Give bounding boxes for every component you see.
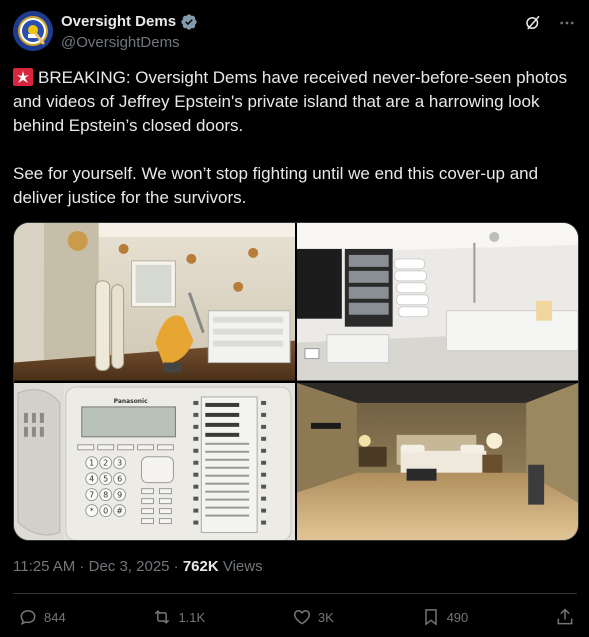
bedroom-photo[interactable] (297, 382, 578, 540)
bookmark-count: 490 (446, 609, 469, 625)
oversight-seal-icon (13, 11, 53, 51)
phone-key-0: 0 (103, 506, 108, 515)
header-actions (523, 13, 577, 33)
phone-key-3: 3 (117, 458, 122, 467)
phone-key-1: 1 (89, 458, 94, 467)
phone-key-hash: # (116, 506, 123, 515)
action-bar: 844 1.1K 3K 490 (18, 606, 575, 628)
repost-count: 1.1K (178, 609, 206, 625)
repost-button[interactable]: 1.1K (152, 607, 205, 627)
share-icon (557, 608, 573, 625)
post-paragraph-1-text: BREAKING: Oversight Dems have received n… (13, 68, 568, 135)
post-paragraph-2: See for yourself. We won’t stop fighting… (13, 164, 539, 207)
share-button[interactable] (555, 607, 575, 627)
phone-key-4: 4 (89, 474, 94, 483)
desk-phone-photo[interactable]: Panasonic 123 456 789 * 0 # (14, 382, 295, 540)
display-name-row[interactable]: Oversight Dems (61, 12, 198, 32)
like-button[interactable]: 3K (292, 607, 334, 627)
bathroom-shower-photo[interactable] (297, 223, 578, 381)
meta-separator-2: · (169, 558, 183, 575)
post-header: Oversight Dems @OversightDems (13, 11, 577, 53)
post-meta: 11:25 AM · Dec 3, 2025 · 762K Views (13, 557, 263, 577)
meta-separator-1: · (75, 558, 89, 575)
heart-icon (293, 609, 310, 625)
display-name[interactable]: Oversight Dems (61, 12, 176, 32)
handle[interactable]: @OversightDems (61, 33, 198, 53)
divider (13, 593, 577, 594)
dental-room-photo[interactable] (14, 223, 295, 381)
verified-badge-icon[interactable] (180, 13, 198, 31)
phone-key-7: 7 (89, 490, 94, 499)
rotating-light-emoji-icon (13, 68, 33, 86)
post-date[interactable]: Dec 3, 2025 (89, 558, 170, 575)
phone-key-6: 6 (117, 474, 122, 483)
phone-key-8: 8 (103, 490, 108, 499)
bookmark-icon (424, 609, 437, 626)
more-icon[interactable] (557, 13, 577, 33)
media-grid: Panasonic 123 456 789 * 0 # (13, 222, 579, 541)
phone-key-5: 5 (103, 474, 108, 483)
post-text: BREAKING: Oversight Dems have received n… (13, 66, 578, 210)
bookmark-button[interactable]: 490 (421, 607, 469, 627)
post-paragraph-1: BREAKING: Oversight Dems have received n… (13, 66, 578, 138)
reply-count: 844 (44, 609, 66, 625)
reply-button[interactable]: 844 (18, 607, 66, 627)
phone-key-9: 9 (117, 490, 122, 499)
phone-key-2: 2 (103, 458, 108, 467)
account-names: Oversight Dems @OversightDems (61, 12, 198, 53)
avatar[interactable] (13, 11, 53, 51)
views-count[interactable]: 762K (183, 558, 219, 575)
grok-icon[interactable] (523, 13, 543, 33)
reply-icon (20, 609, 36, 626)
phone-brand-label: Panasonic (114, 397, 148, 404)
phone-key-star: * (90, 506, 94, 515)
post-time[interactable]: 11:25 AM (13, 558, 75, 575)
views-label: Views (218, 558, 263, 575)
like-count: 3K (317, 609, 334, 625)
repost-icon (155, 610, 170, 624)
